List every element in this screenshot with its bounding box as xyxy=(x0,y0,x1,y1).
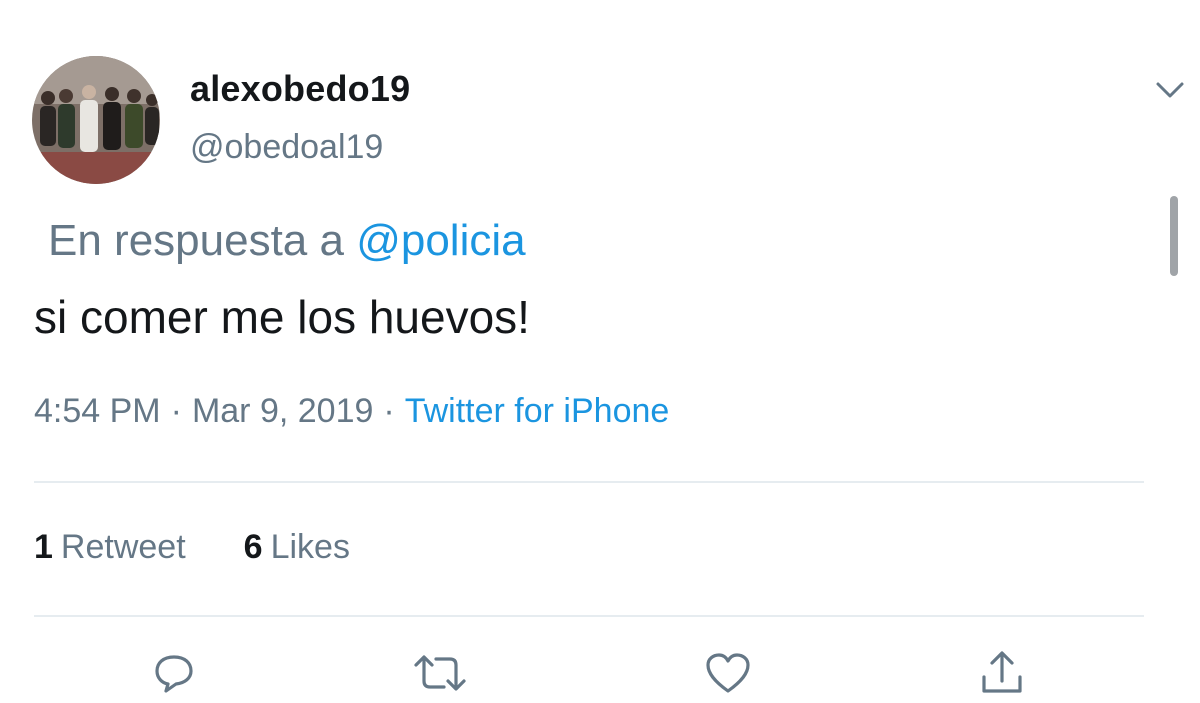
retweet-label: Retweet xyxy=(60,528,186,566)
retweet-icon xyxy=(414,655,466,691)
like-count-link[interactable]: 6 Likes xyxy=(244,528,350,567)
meta-separator: · xyxy=(383,392,395,430)
reply-button[interactable] xyxy=(146,648,202,698)
heart-icon xyxy=(706,653,750,693)
tweet-detail: alexobedo19 @obedoal19 En respuesta a @p… xyxy=(0,0,1200,703)
tweet-source-link[interactable]: Twitter for iPhone xyxy=(405,392,670,430)
reply-icon xyxy=(155,655,193,693)
divider xyxy=(34,615,1144,617)
reply-mention-link[interactable]: @policia xyxy=(356,216,525,265)
divider xyxy=(34,481,1144,483)
tweet-time[interactable]: 4:54 PM xyxy=(34,392,161,430)
like-label: Likes xyxy=(270,528,350,566)
tweet-stats: 1 Retweet 6 Likes xyxy=(34,528,350,567)
author-handle[interactable]: @obedoal19 xyxy=(190,128,383,167)
retweet-count-link[interactable]: 1 Retweet xyxy=(34,528,186,567)
share-icon xyxy=(982,651,1022,693)
share-button[interactable] xyxy=(974,648,1030,698)
meta-separator: · xyxy=(170,392,182,430)
like-count: 6 xyxy=(243,528,263,566)
tweet-meta: 4:54 PM · Mar 9, 2019 · Twitter for iPhone xyxy=(34,392,669,431)
tweet-date[interactable]: Mar 9, 2019 xyxy=(192,392,373,430)
avatar[interactable] xyxy=(32,56,160,184)
retweet-count: 1 xyxy=(34,528,53,566)
like-button[interactable] xyxy=(700,648,756,698)
reply-context: En respuesta a @policia xyxy=(48,216,526,266)
scrollbar[interactable] xyxy=(1170,196,1178,276)
reply-prefix: En respuesta a xyxy=(48,216,344,265)
tweet-text: si comer me los huevos! xyxy=(34,291,530,343)
author-display-name[interactable]: alexobedo19 xyxy=(190,68,410,110)
chevron-down-icon[interactable] xyxy=(1152,76,1188,104)
retweet-button[interactable] xyxy=(412,648,468,698)
